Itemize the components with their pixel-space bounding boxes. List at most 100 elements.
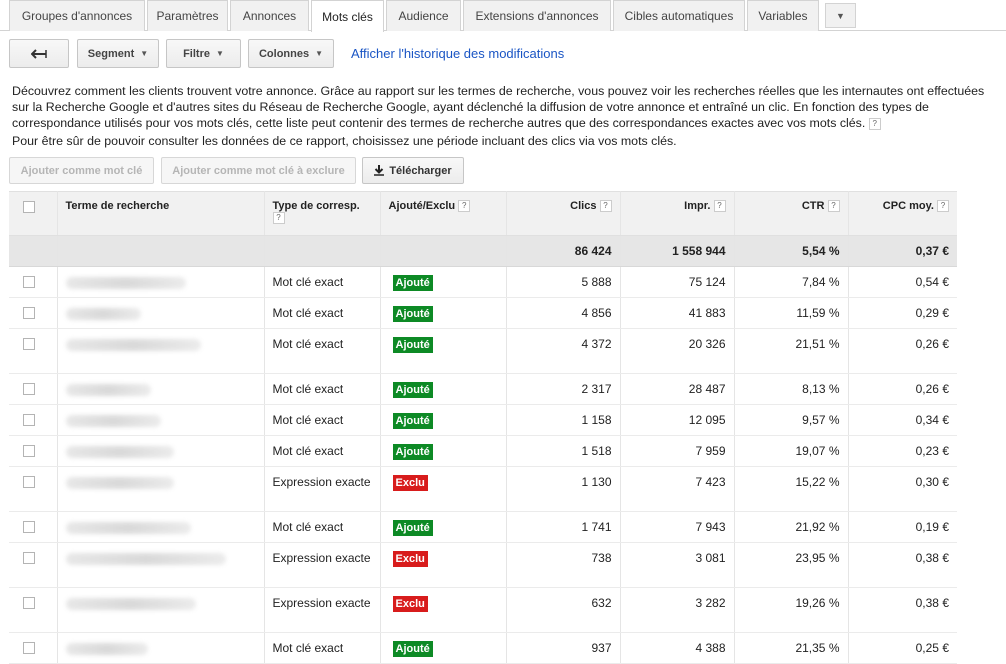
search-term-cell [57,266,265,298]
search-term-cell [57,587,265,633]
search-term-redacted [65,446,174,458]
tab-ad-extensions[interactable]: Extensions d'annonces [463,0,611,31]
header-avg-cpc[interactable]: CPC moy. ? [848,191,957,236]
help-icon[interactable]: ? [458,200,471,213]
header-label: Impr. [684,200,711,212]
total-impressions: 1 558 944 [620,235,735,267]
row-checkbox[interactable] [23,597,35,609]
segment-button[interactable]: Segment ▼ [77,39,159,68]
add-keyword-button[interactable]: Ajouter comme mot clé [9,157,154,184]
header-ctr[interactable]: CTR ? [734,191,849,236]
row-checkbox[interactable] [23,414,35,426]
status-cell: Exclu [380,542,507,588]
status-badge: Ajouté [392,641,433,657]
impressions-cell: 7 943 [620,511,735,543]
avg-cpc-cell: 0,26 € [848,373,957,405]
header-impressions[interactable]: Impr. ? [620,191,735,236]
status-badge: Ajouté [392,275,433,291]
help-icon[interactable]: ? [937,200,949,213]
table-row: Mot clé exact Ajouté 4 372 20 326 21,51 % 0,2… [9,328,957,374]
row-checkbox[interactable] [23,445,35,457]
download-button[interactable]: Télécharger [362,157,464,184]
tab-audience[interactable]: Audience [386,0,461,31]
ctr-cell: 19,26 % [734,587,849,633]
row-checkbox[interactable] [23,383,35,395]
search-term-cell [57,511,265,543]
table-row: Expression exacte Exclu 1 130 7 423 15,22 % 0… [9,466,957,512]
tab-settings[interactable]: Paramètres [147,0,228,31]
table-row: Mot clé exact Ajouté 1 518 7 959 19,07 % 0,23… [9,435,957,467]
header-label: CTR [801,200,825,212]
avg-cpc-cell: 0,34 € [848,404,957,436]
row-checkbox[interactable] [23,276,35,288]
status-badge: Exclu [392,475,428,491]
columns-button[interactable]: Colonnes ▼ [248,39,334,68]
header-match-type[interactable]: Type de corresp.? [264,191,381,236]
help-icon[interactable]: ? [827,200,840,213]
impressions-cell: 3 081 [620,542,735,588]
row-checkbox[interactable] [23,338,35,350]
row-checkbox[interactable] [23,476,35,488]
match-type-cell: Mot clé exact [264,511,381,543]
add-negative-keyword-button[interactable]: Ajouter comme mot clé à exclure [161,157,356,184]
ctr-cell: 21,35 % [734,632,849,664]
header-label: Ajouté/Exclu [388,200,456,212]
search-term-cell [57,542,265,588]
search-term-redacted [65,598,196,610]
avg-cpc-cell: 0,25 € [848,632,957,664]
header-clicks[interactable]: Clics ? [506,191,621,236]
table-row: Expression exacte Exclu 738 3 081 23,95 % 0,3… [9,542,957,588]
match-type-cell: Expression exacte [264,542,381,588]
match-type-cell: Expression exacte [264,466,381,512]
avg-cpc-cell: 0,38 € [848,542,957,588]
help-icon[interactable]: ? [599,200,612,213]
table-row: Mot clé exact Ajouté 1 158 12 095 9,57 % 0,34… [9,404,957,436]
header-label: CPC moy. [882,200,934,212]
search-term-redacted [65,384,151,396]
help-icon[interactable]: ? [713,200,726,213]
select-all-cell [9,191,58,236]
tab-automatic-targets[interactable]: Cibles automatiques [613,0,745,31]
ctr-cell: 9,57 % [734,404,849,436]
filter-button[interactable]: Filtre ▼ [166,39,241,68]
match-type-cell: Mot clé exact [264,373,381,405]
search-term-cell [57,632,265,664]
header-label: Type de corresp. [272,200,360,212]
tab-keywords[interactable]: Mots clés [311,0,384,32]
clicks-cell: 4 856 [506,297,621,329]
row-checkbox[interactable] [23,642,35,654]
search-term-redacted [65,643,148,655]
avg-cpc-cell: 0,30 € [848,466,957,512]
header-search-term[interactable]: Terme de recherche [57,191,265,236]
table-row: Mot clé exact Ajouté 4 856 41 883 11,59 % 0,2… [9,297,957,329]
avg-cpc-cell: 0,54 € [848,266,957,298]
match-type-cell: Mot clé exact [264,435,381,467]
avg-cpc-cell: 0,23 € [848,435,957,467]
search-term-redacted [65,477,174,489]
status-badge: Ajouté [392,413,433,429]
tab-ad-groups[interactable]: Groupes d'annonces [9,0,145,31]
clicks-cell: 937 [506,632,621,664]
help-icon[interactable]: ? [272,212,285,225]
status-cell: Ajouté [380,328,507,374]
status-cell: Ajouté [380,297,507,329]
tab-bar: Groupes d'annonces Paramètres Annonces M… [0,0,1006,32]
history-link[interactable]: Afficher l'historique des modifications [351,46,564,61]
row-checkbox[interactable] [23,307,35,319]
status-cell: Exclu [380,587,507,633]
more-tabs-button[interactable]: ▼ [825,3,856,28]
clicks-cell: 1 741 [506,511,621,543]
clicks-cell: 5 888 [506,266,621,298]
total-ctr: 5,54 % [734,235,849,267]
chevron-down-icon: ▼ [315,49,324,58]
tab-ads[interactable]: Annonces [230,0,309,31]
header-label: Clics [570,200,597,212]
row-checkbox[interactable] [23,521,35,533]
back-button[interactable] [9,39,69,68]
help-icon[interactable]: ? [868,117,881,130]
impressions-cell: 3 282 [620,587,735,633]
tab-variables[interactable]: Variables [747,0,819,31]
header-added-excluded[interactable]: Ajouté/Exclu ? [380,191,507,236]
row-checkbox[interactable] [23,552,35,564]
select-all-checkbox[interactable] [23,201,35,213]
